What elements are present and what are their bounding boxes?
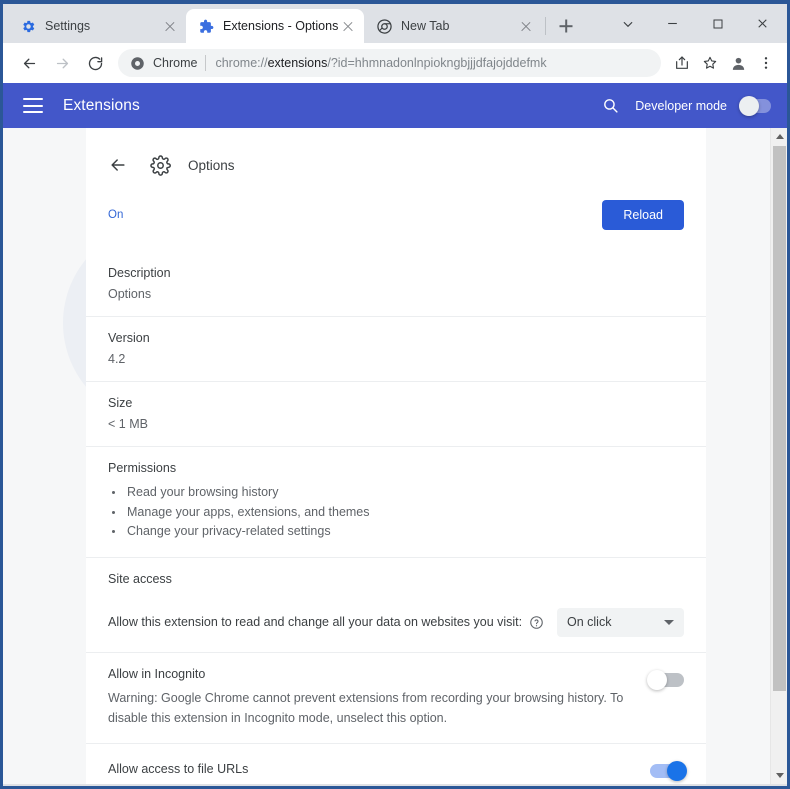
profile-avatar-icon[interactable] bbox=[725, 50, 751, 76]
back-button[interactable] bbox=[15, 49, 43, 77]
description-label: Description bbox=[108, 266, 171, 280]
help-circle-icon[interactable] bbox=[529, 615, 544, 630]
omnibox-divider bbox=[205, 55, 207, 71]
hamburger-menu-icon[interactable] bbox=[23, 98, 43, 113]
url-prefix: chrome:// bbox=[215, 56, 268, 70]
tab-close-button[interactable] bbox=[162, 18, 178, 34]
scrollbar-thumb[interactable] bbox=[773, 146, 786, 691]
chrome-menu-icon[interactable] bbox=[753, 50, 779, 76]
browser-toolbar: Chrome chrome://extensions/?id=hhmnadonl… bbox=[3, 43, 787, 83]
version-section: Version 4.2 bbox=[86, 317, 706, 382]
toggle-knob bbox=[739, 95, 759, 116]
reload-extension-button[interactable]: Reload bbox=[602, 200, 684, 230]
tab-search-chevron-down-icon[interactable] bbox=[605, 8, 650, 40]
triangle-down-icon bbox=[775, 773, 784, 778]
minimize-button[interactable] bbox=[650, 8, 695, 40]
gear-icon bbox=[20, 18, 36, 34]
file-urls-section: Allow access to file URLs bbox=[86, 744, 706, 784]
close-button[interactable] bbox=[740, 8, 785, 40]
site-access-section: Site access Allow this extension to read… bbox=[86, 558, 706, 653]
toggle-knob bbox=[647, 669, 667, 690]
reload-page-button[interactable] bbox=[81, 49, 109, 77]
tab-title: Settings bbox=[45, 19, 91, 33]
incognito-warning: Warning: Google Chrome cannot prevent ex… bbox=[108, 690, 624, 725]
incognito-row: Allow in Incognito Warning: Google Chrom… bbox=[108, 667, 684, 729]
list-item: Read your browsing history bbox=[108, 483, 684, 502]
tab-new-tab[interactable]: New Tab bbox=[364, 9, 542, 43]
description-value: Options bbox=[108, 287, 152, 301]
file-urls-row: Allow access to file URLs bbox=[108, 758, 687, 781]
chrome-icon bbox=[376, 18, 392, 34]
tab-title: New Tab bbox=[401, 19, 450, 33]
window-controls bbox=[605, 4, 787, 43]
tab-close-button[interactable] bbox=[340, 18, 356, 34]
scroll-down-button[interactable] bbox=[771, 767, 787, 784]
triangle-up-icon bbox=[775, 134, 784, 139]
browser-window: Settings Extensions - Options New Tab Ch… bbox=[0, 0, 790, 789]
tab-extensions-options[interactable]: Extensions - Options bbox=[186, 9, 364, 43]
version-label: Version bbox=[108, 331, 150, 345]
incognito-label: Allow in Incognito bbox=[108, 666, 206, 681]
extensions-header: Extensions Developer mode bbox=[3, 83, 787, 128]
page-title: Extensions bbox=[63, 96, 140, 114]
list-item: Manage your apps, extensions, and themes bbox=[108, 503, 684, 522]
forward-button[interactable] bbox=[48, 49, 76, 77]
description-section: Description Options bbox=[86, 252, 706, 317]
permissions-list: Read your browsing history Manage your a… bbox=[108, 483, 684, 541]
incognito-section: Allow in Incognito Warning: Google Chrom… bbox=[86, 653, 706, 744]
address-bar[interactable]: Chrome chrome://extensions/?id=hhmnadonl… bbox=[118, 49, 661, 77]
chrome-shield-icon bbox=[130, 56, 146, 71]
new-tab-button[interactable] bbox=[552, 12, 580, 40]
file-urls-toggle[interactable] bbox=[650, 761, 687, 781]
size-value: < 1 MB bbox=[108, 417, 148, 431]
url-suffix: /?id=hhmnadonlnpiokngbjjjdfajojddefmk bbox=[327, 56, 547, 70]
url-text: chrome://extensions/?id=hhmnadonlnpiokng… bbox=[215, 56, 546, 70]
site-access-row: Allow this extension to read and change … bbox=[108, 607, 684, 637]
list-item: Change your privacy-related settings bbox=[108, 522, 684, 541]
developer-mode-toggle[interactable] bbox=[739, 95, 771, 116]
site-access-select[interactable]: On click bbox=[557, 607, 684, 637]
extension-detail-card: Options On Reload Description Options Ve… bbox=[86, 128, 706, 784]
detail-title: Options bbox=[188, 157, 235, 173]
page-scrollbar[interactable] bbox=[770, 128, 787, 784]
status-badge: On bbox=[108, 209, 124, 221]
status-row: On Reload bbox=[86, 176, 706, 252]
toggle-knob bbox=[667, 761, 687, 781]
size-label: Size bbox=[108, 396, 133, 410]
puzzle-icon bbox=[198, 18, 214, 34]
file-urls-text: Allow access to file URLs bbox=[108, 758, 650, 780]
maximize-button[interactable] bbox=[695, 8, 740, 40]
permissions-label: Permissions bbox=[108, 461, 177, 475]
share-icon[interactable] bbox=[669, 50, 695, 76]
chevron-down-icon bbox=[664, 619, 674, 625]
extensions-page-body: PC risk.com Options bbox=[3, 128, 787, 784]
security-chip-label: Chrome bbox=[153, 56, 198, 70]
incognito-toggle[interactable] bbox=[647, 669, 684, 690]
tab-separator bbox=[545, 17, 546, 35]
header-actions: Developer mode bbox=[602, 95, 771, 116]
site-access-value: On click bbox=[567, 615, 612, 629]
tab-close-button[interactable] bbox=[518, 18, 534, 34]
size-section: Size < 1 MB bbox=[86, 382, 706, 447]
gear-icon bbox=[150, 154, 172, 176]
bookmark-star-icon[interactable] bbox=[697, 50, 723, 76]
file-urls-label: Allow access to file URLs bbox=[108, 762, 249, 776]
developer-mode-label: Developer mode bbox=[635, 98, 727, 113]
tab-settings[interactable]: Settings bbox=[8, 9, 186, 43]
search-icon[interactable] bbox=[602, 97, 619, 114]
incognito-text: Allow in Incognito Warning: Google Chrom… bbox=[108, 667, 650, 729]
version-value: 4.2 bbox=[108, 352, 126, 366]
site-access-question: Allow this extension to read and change … bbox=[108, 615, 523, 629]
back-arrow-icon[interactable] bbox=[108, 154, 130, 176]
site-access-label: Site access bbox=[108, 571, 172, 586]
scroll-up-button[interactable] bbox=[771, 128, 787, 145]
permissions-section: Permissions Read your browsing history M… bbox=[86, 447, 706, 558]
detail-header: Options bbox=[86, 128, 706, 176]
tab-strip: Settings Extensions - Options New Tab bbox=[3, 4, 787, 43]
tab-title: Extensions - Options bbox=[223, 19, 339, 33]
url-highlight: extensions bbox=[267, 56, 328, 70]
